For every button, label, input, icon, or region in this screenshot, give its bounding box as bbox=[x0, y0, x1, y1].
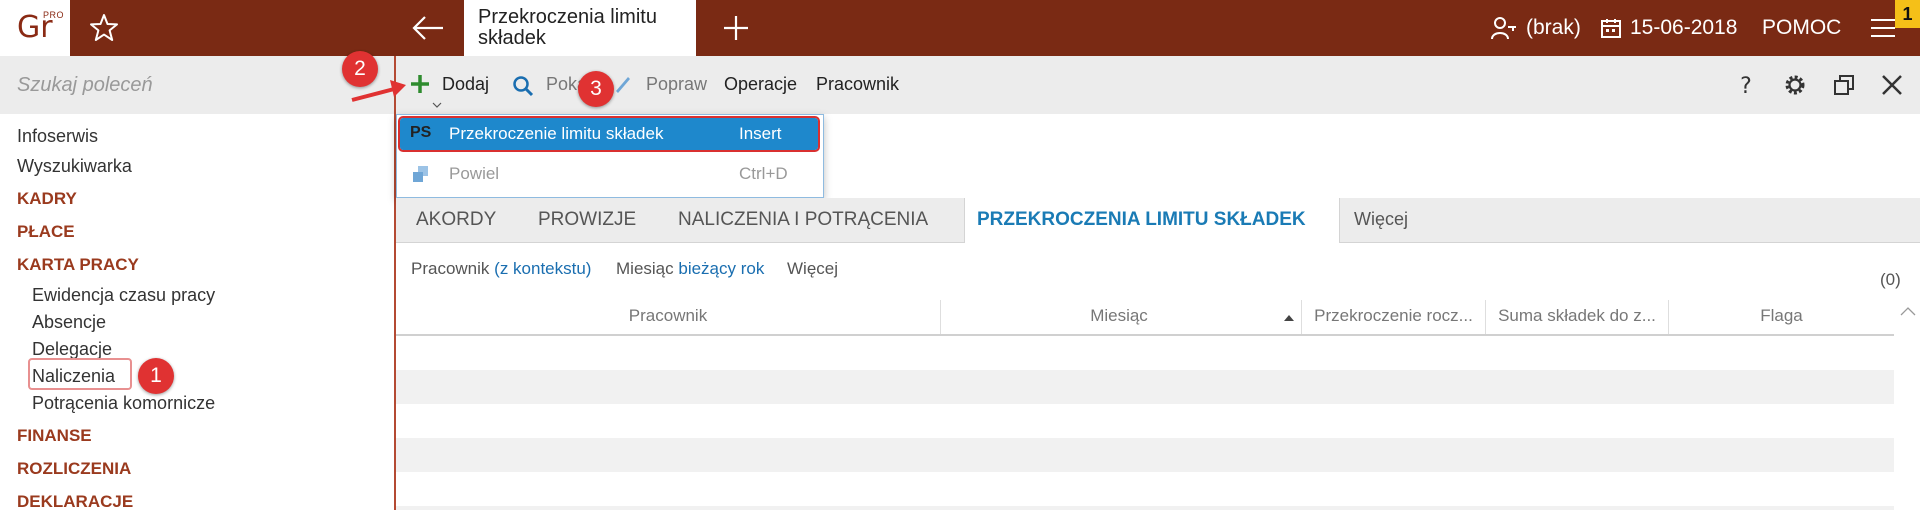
new-tab-plus-icon[interactable] bbox=[718, 10, 754, 46]
menu-item-label: Powiel bbox=[449, 164, 500, 183]
tab-przekroczenia-limitu[interactable]: PRZEKROCZENIA LIMITU SKŁADEK bbox=[964, 198, 1340, 243]
tab-more[interactable]: Więcej bbox=[1354, 209, 1408, 230]
restore-window-icon[interactable] bbox=[1830, 71, 1858, 99]
menu-item-powiel[interactable]: Powiel Ctrl+D bbox=[400, 158, 818, 192]
sub-tabs: AKORDY PROWIZJE NALICZENIA I POTRĄCENIA … bbox=[396, 198, 1920, 243]
filter-month[interactable]: Miesiąc bieżący rok bbox=[616, 259, 764, 279]
pencil-icon bbox=[616, 77, 630, 93]
user-key-icon bbox=[1491, 17, 1516, 40]
toolbar: Dodaj Pokaż Popraw Operacje Pracownik ? bbox=[396, 56, 1920, 114]
callout-1: 1 bbox=[138, 358, 174, 394]
menu-item-label: Przekroczenie limitu składek bbox=[449, 124, 664, 143]
sidebar-section-place[interactable]: PŁACE bbox=[17, 222, 75, 242]
column-flaga[interactable]: Flaga bbox=[1669, 306, 1894, 326]
grid-row bbox=[396, 506, 1894, 510]
sidebar-item-ewidencja[interactable]: Ewidencja czasu pracy bbox=[32, 285, 215, 306]
sidebar-section-finanse[interactable]: FINANSE bbox=[17, 426, 92, 446]
tab-label: PRZEKROCZENIA LIMITU SKŁADEK bbox=[977, 209, 1306, 230]
record-count: (0) bbox=[1880, 270, 1901, 289]
sidebar-item-naliczenia[interactable]: Naliczenia bbox=[32, 366, 115, 387]
filter-month-value[interactable]: bieżący rok bbox=[678, 259, 764, 278]
grid-row bbox=[396, 438, 1894, 472]
chevron-down-icon[interactable] bbox=[432, 102, 442, 108]
tab-naliczenia-potracenia[interactable]: NALICZENIA I POTRĄCENIA bbox=[678, 209, 928, 231]
menu-item-przekroczenie[interactable]: PS Przekroczenie limitu składek Insert bbox=[398, 116, 820, 152]
hamburger-menu-icon[interactable] bbox=[1870, 16, 1896, 40]
ps-badge: PS bbox=[410, 124, 432, 141]
user-name: (brak) bbox=[1526, 16, 1581, 39]
filter-more[interactable]: Więcej bbox=[787, 259, 838, 279]
notification-badge[interactable]: 1 bbox=[1895, 0, 1920, 28]
search-placeholder: Szukaj poleceń bbox=[17, 74, 153, 96]
operations-menu[interactable]: Operacje bbox=[724, 74, 797, 95]
filter-employee-label: Pracownik bbox=[411, 259, 490, 278]
callout-3: 3 bbox=[578, 71, 614, 107]
sidebar-item-wyszukiwarka[interactable]: Wyszukiwarka bbox=[17, 156, 132, 177]
star-icon[interactable] bbox=[88, 12, 120, 44]
user-selector[interactable]: (brak) bbox=[1490, 0, 1581, 56]
close-icon[interactable] bbox=[1878, 71, 1906, 99]
filter-month-label: Miesiąc bbox=[616, 259, 674, 278]
logo-sup: PRO bbox=[43, 10, 65, 20]
add-button[interactable]: Dodaj bbox=[442, 74, 489, 95]
command-search[interactable]: Szukaj poleceń bbox=[0, 56, 394, 114]
sidebar-item-infoserwis[interactable]: Infoserwis bbox=[17, 126, 98, 147]
column-miesiac[interactable]: Miesiąc bbox=[941, 306, 1297, 326]
svg-text:?: ? bbox=[1740, 74, 1752, 99]
gear-icon[interactable] bbox=[1781, 71, 1809, 99]
sidebar-section-deklaracje[interactable]: DEKLARACJE bbox=[17, 492, 133, 512]
tab-prowizje[interactable]: PROWIZJE bbox=[538, 209, 636, 231]
sidebar-section-kadry[interactable]: KADRY bbox=[17, 189, 77, 209]
date-selector[interactable]: 15-06-2018 bbox=[1600, 0, 1737, 56]
plus-icon bbox=[411, 75, 429, 93]
employee-menu[interactable]: Pracownik bbox=[816, 74, 899, 95]
search-icon bbox=[513, 76, 534, 97]
tab-przekroczenia[interactable]: Przekroczenia limitu składek bbox=[464, 0, 696, 56]
callout-2: 2 bbox=[342, 51, 378, 87]
help-link[interactable]: POMOC bbox=[1762, 0, 1841, 56]
filter-employee-value[interactable]: (z kontekstu) bbox=[494, 259, 591, 278]
scroll-up-icon[interactable] bbox=[1900, 306, 1916, 316]
grid-header: Pracownik Miesiąc Przekroczenie rocz... … bbox=[396, 300, 1894, 336]
sidebar-item-absencje[interactable]: Absencje bbox=[32, 312, 106, 333]
column-przekroczenie[interactable]: Przekroczenie rocz... bbox=[1302, 306, 1485, 326]
menu-item-shortcut: Ctrl+D bbox=[739, 164, 788, 183]
edit-button[interactable]: Popraw bbox=[646, 74, 707, 95]
current-date: 15-06-2018 bbox=[1630, 16, 1738, 39]
tab-title: Przekroczenia limitu składek bbox=[478, 6, 657, 49]
back-arrow-icon[interactable] bbox=[410, 12, 446, 44]
sidebar-section-karta-pracy[interactable]: KARTA PRACY bbox=[17, 255, 139, 275]
duplicate-icon bbox=[413, 166, 428, 182]
sidebar-item-delegacje[interactable]: Delegacje bbox=[32, 339, 112, 360]
filter-employee[interactable]: Pracownik (z kontekstu) bbox=[411, 259, 591, 279]
column-suma-skladek[interactable]: Suma składek do z... bbox=[1486, 306, 1668, 326]
sidebar-section-rozliczenia[interactable]: ROZLICZENIA bbox=[17, 459, 131, 479]
column-pracownik[interactable]: Pracownik bbox=[396, 306, 940, 326]
sidebar-item-potracenia[interactable]: Potrącenia komornicze bbox=[32, 393, 215, 414]
app-logo[interactable]: Gr PRO bbox=[0, 0, 70, 56]
sort-ascending-icon[interactable] bbox=[1283, 314, 1295, 322]
help-icon[interactable]: ? bbox=[1732, 71, 1760, 99]
tab-akordy[interactable]: AKORDY bbox=[416, 209, 496, 231]
menu-item-shortcut: Insert bbox=[739, 124, 782, 143]
grid-row bbox=[396, 370, 1894, 404]
add-dropdown-menu: PS Przekroczenie limitu składek Insert P… bbox=[396, 114, 824, 198]
calendar-icon bbox=[1601, 19, 1621, 38]
